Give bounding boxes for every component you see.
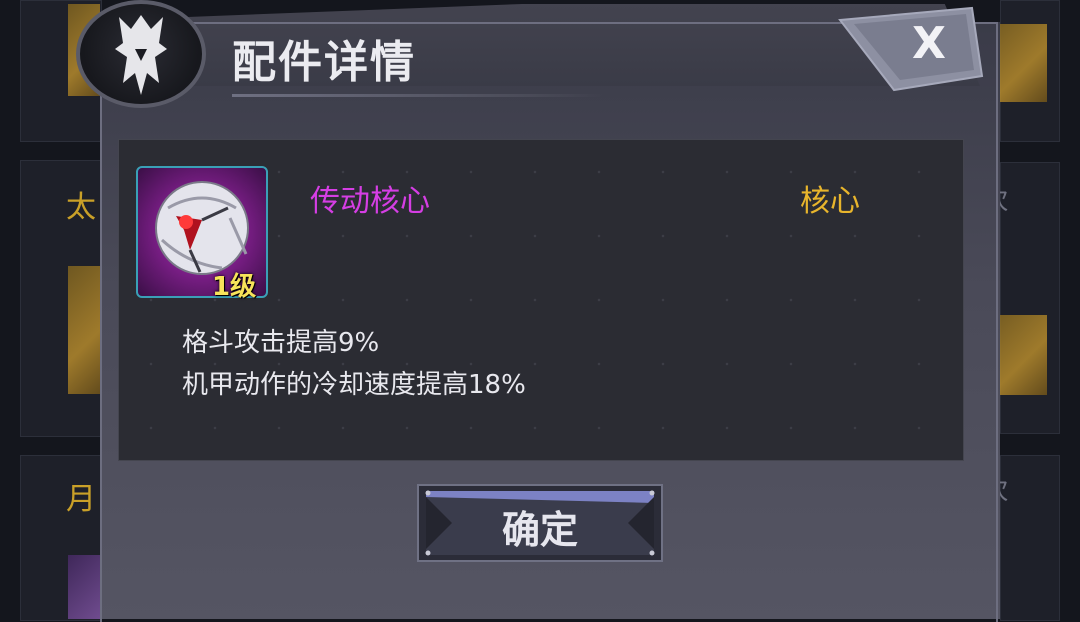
- close-icon: X: [912, 17, 946, 69]
- title-underline: [232, 94, 602, 97]
- background-card-image: [68, 555, 100, 619]
- dialog-title: 配件详情: [232, 37, 416, 88]
- background-card: [1000, 455, 1060, 621]
- item-description-line: 格斗攻击提高9%: [182, 328, 380, 358]
- mecha-emblem-icon: [76, 0, 206, 108]
- confirm-button[interactable]: 确定: [416, 483, 664, 563]
- item-description-line: 机甲动作的冷却速度提高18%: [182, 370, 526, 400]
- background-label: 太: [66, 190, 96, 225]
- confirm-label: 确定: [501, 508, 578, 552]
- close-button[interactable]: X: [838, 6, 984, 92]
- item-name: 传动核心: [310, 184, 430, 219]
- background-label: 月: [66, 482, 96, 517]
- item-type: 核心: [800, 184, 860, 219]
- background-card-image: [68, 266, 100, 394]
- item-level-badge: 1级: [212, 272, 257, 302]
